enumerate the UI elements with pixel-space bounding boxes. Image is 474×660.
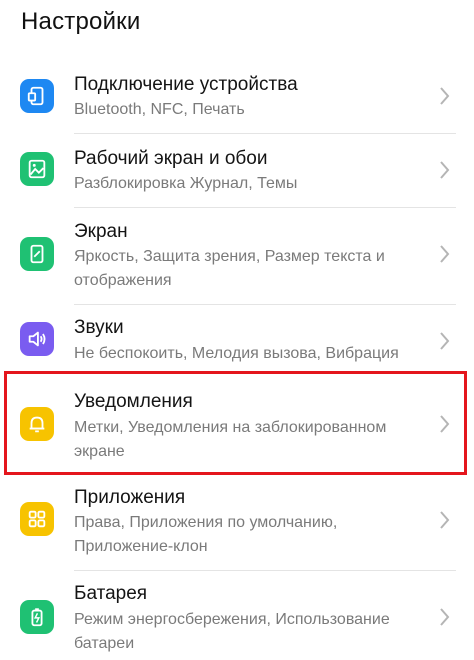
settings-item-title: Звуки [74,317,124,338]
settings-item-title: Подключение устройства [74,74,298,95]
wallpaper-icon [20,152,54,186]
highlight-box [4,371,467,475]
settings-item-title: Рабочий экран и обои [74,148,268,169]
settings-item-title: Приложения [74,487,186,508]
chevron-right-icon [440,511,450,529]
settings-item-title: Батарея [74,583,148,604]
chevron-right-icon [440,161,450,179]
device-connection-icon [20,79,54,113]
settings-item-subtitle: Права, Приложения по умолчанию, Приложен… [74,514,338,555]
settings-item-subtitle: Яркость, Защита зрения, Размер текста и … [74,248,385,289]
chevron-right-icon [440,87,450,105]
page-title: Настройки [21,8,141,35]
chevron-right-icon [440,332,450,350]
divider [74,570,456,571]
settings-item-subtitle: Не беспокоить, Мелодия вызова, Вибрация [74,345,399,362]
divider [74,207,456,208]
display-icon [20,237,54,271]
chevron-right-icon [440,608,450,626]
sound-icon [20,322,54,356]
settings-item-title: Экран [74,221,128,242]
settings-item-subtitle: Режим энергосбережения, Использование ба… [74,611,390,652]
apps-icon [20,502,54,536]
battery-icon [20,600,54,634]
divider [74,133,456,134]
divider [74,304,456,305]
chevron-right-icon [440,245,450,263]
settings-item-subtitle: Разблокировка Журнал, Темы [74,175,298,192]
settings-item-subtitle: Bluetooth, NFC, Печать [74,101,245,118]
